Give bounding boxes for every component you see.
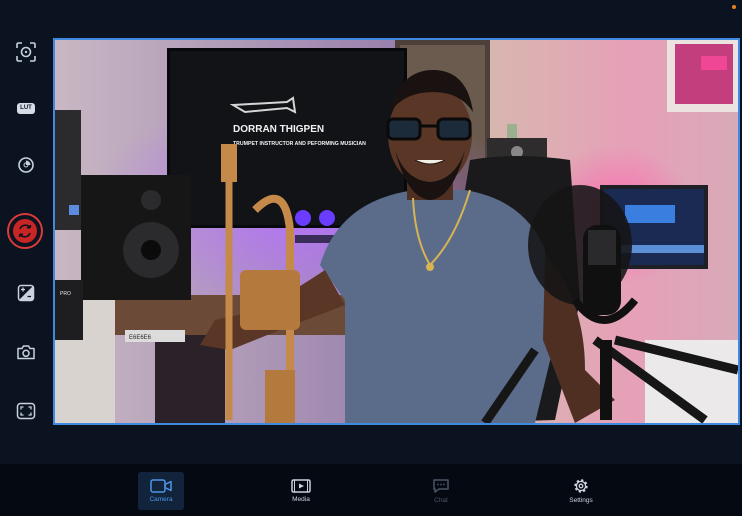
camera-toolbar: LUT: [0, 38, 54, 430]
exposure-dial-icon: [18, 157, 34, 173]
fullscreen-button[interactable]: [12, 397, 40, 425]
lut-button[interactable]: LUT: [12, 94, 40, 122]
tab-media-label: Media: [292, 496, 310, 503]
tab-settings[interactable]: Settings: [558, 472, 604, 510]
media-icon: [291, 479, 311, 493]
tv-subtitle: TRUMPET INSTRUCTOR AND PEFORMING MUSICIA…: [233, 141, 366, 147]
focus-target-button[interactable]: [12, 38, 40, 66]
snapshot-camera-icon: [17, 345, 35, 360]
record-button[interactable]: [7, 213, 43, 249]
color-balance-icon: [17, 284, 35, 302]
tab-chat-label: Chat: [434, 497, 448, 504]
snapshot-button[interactable]: [12, 338, 40, 366]
tab-media[interactable]: Media: [278, 472, 324, 510]
camera-icon: [150, 479, 172, 493]
status-indicator: [732, 5, 736, 9]
gear-icon: [574, 479, 588, 493]
chat-icon: [433, 479, 449, 493]
tab-settings-label: Settings: [569, 497, 593, 504]
tab-camera[interactable]: Camera: [138, 472, 184, 510]
rack-label: E6E6E6: [129, 335, 152, 341]
focus-target-icon: [16, 42, 36, 62]
speaker-label: PRO: [60, 291, 71, 297]
bottom-navigation: Camera Media Chat Settings: [0, 464, 742, 516]
video-frame: DORRAN THIGPEN TRUMPET INSTRUCTOR AND PE…: [55, 40, 738, 423]
camera-preview[interactable]: DORRAN THIGPEN TRUMPET INSTRUCTOR AND PE…: [53, 38, 740, 425]
color-balance-button[interactable]: [12, 279, 40, 307]
tv-title: DORRAN THIGPEN: [233, 124, 324, 135]
tab-camera-label: Camera: [149, 496, 173, 503]
record-rotate-icon: [18, 224, 32, 238]
fullscreen-frame-icon: [16, 402, 36, 420]
exposure-button[interactable]: [12, 151, 40, 179]
tab-chat[interactable]: Chat: [418, 472, 464, 510]
lut-icon: LUT: [17, 102, 35, 114]
record-indicator: [13, 219, 37, 243]
